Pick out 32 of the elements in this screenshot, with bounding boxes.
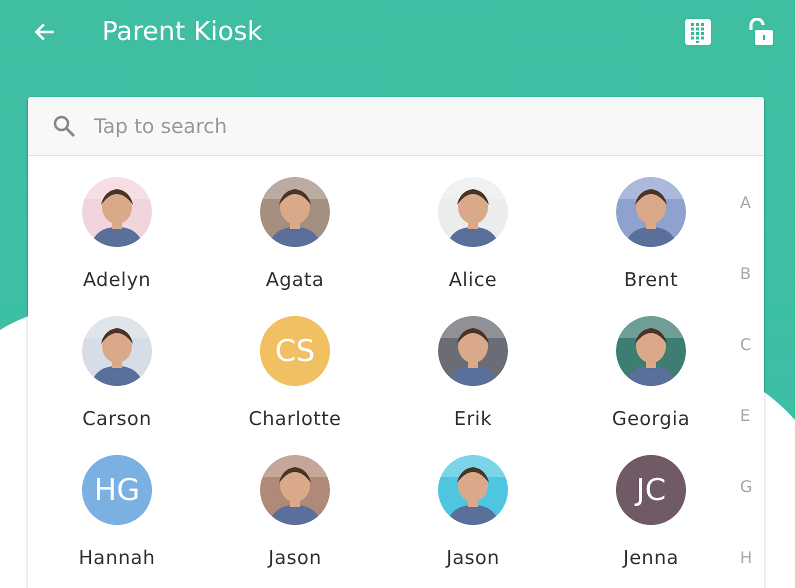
student-tile[interactable]: Agata [206, 177, 384, 316]
student-name: Jenna [623, 547, 679, 569]
student-tile[interactable]: CS Charlotte [206, 316, 384, 455]
student-tile[interactable]: Georgia [562, 316, 740, 455]
student-tile[interactable]: Alice [384, 177, 562, 316]
initials-avatar: CS [260, 316, 330, 386]
keypad-icon[interactable] [685, 19, 711, 45]
student-name: Georgia [612, 408, 690, 430]
student-name: Erik [454, 408, 492, 430]
initials-avatar: HG [82, 455, 152, 525]
unlocked-padlock-icon[interactable] [747, 18, 773, 46]
student-tile[interactable]: HG Hannah [28, 455, 206, 588]
student-name: Carson [82, 408, 152, 430]
student-name: Agata [266, 269, 324, 291]
student-tile[interactable]: Carson [28, 316, 206, 455]
initials-avatar: JC [616, 455, 686, 525]
student-tile[interactable]: Jason [384, 455, 562, 588]
student-name: Brent [624, 269, 678, 291]
student-tile[interactable]: Jason [206, 455, 384, 588]
student-name: Charlotte [248, 408, 342, 430]
student-name: Jason [268, 547, 322, 569]
student-tile[interactable]: Adelyn [28, 177, 206, 316]
student-name: Jason [446, 547, 500, 569]
search-icon [52, 114, 76, 138]
student-name: Hannah [78, 547, 156, 569]
student-tile[interactable]: Brent [562, 177, 740, 316]
page-title: Parent Kiosk [102, 17, 264, 47]
student-name: Adelyn [83, 269, 151, 291]
student-tile[interactable]: JC Jenna [562, 455, 740, 588]
student-name: Alice [448, 269, 498, 291]
student-tile[interactable]: Erik [384, 316, 562, 455]
search-field[interactable]: Tap to search [92, 113, 496, 139]
